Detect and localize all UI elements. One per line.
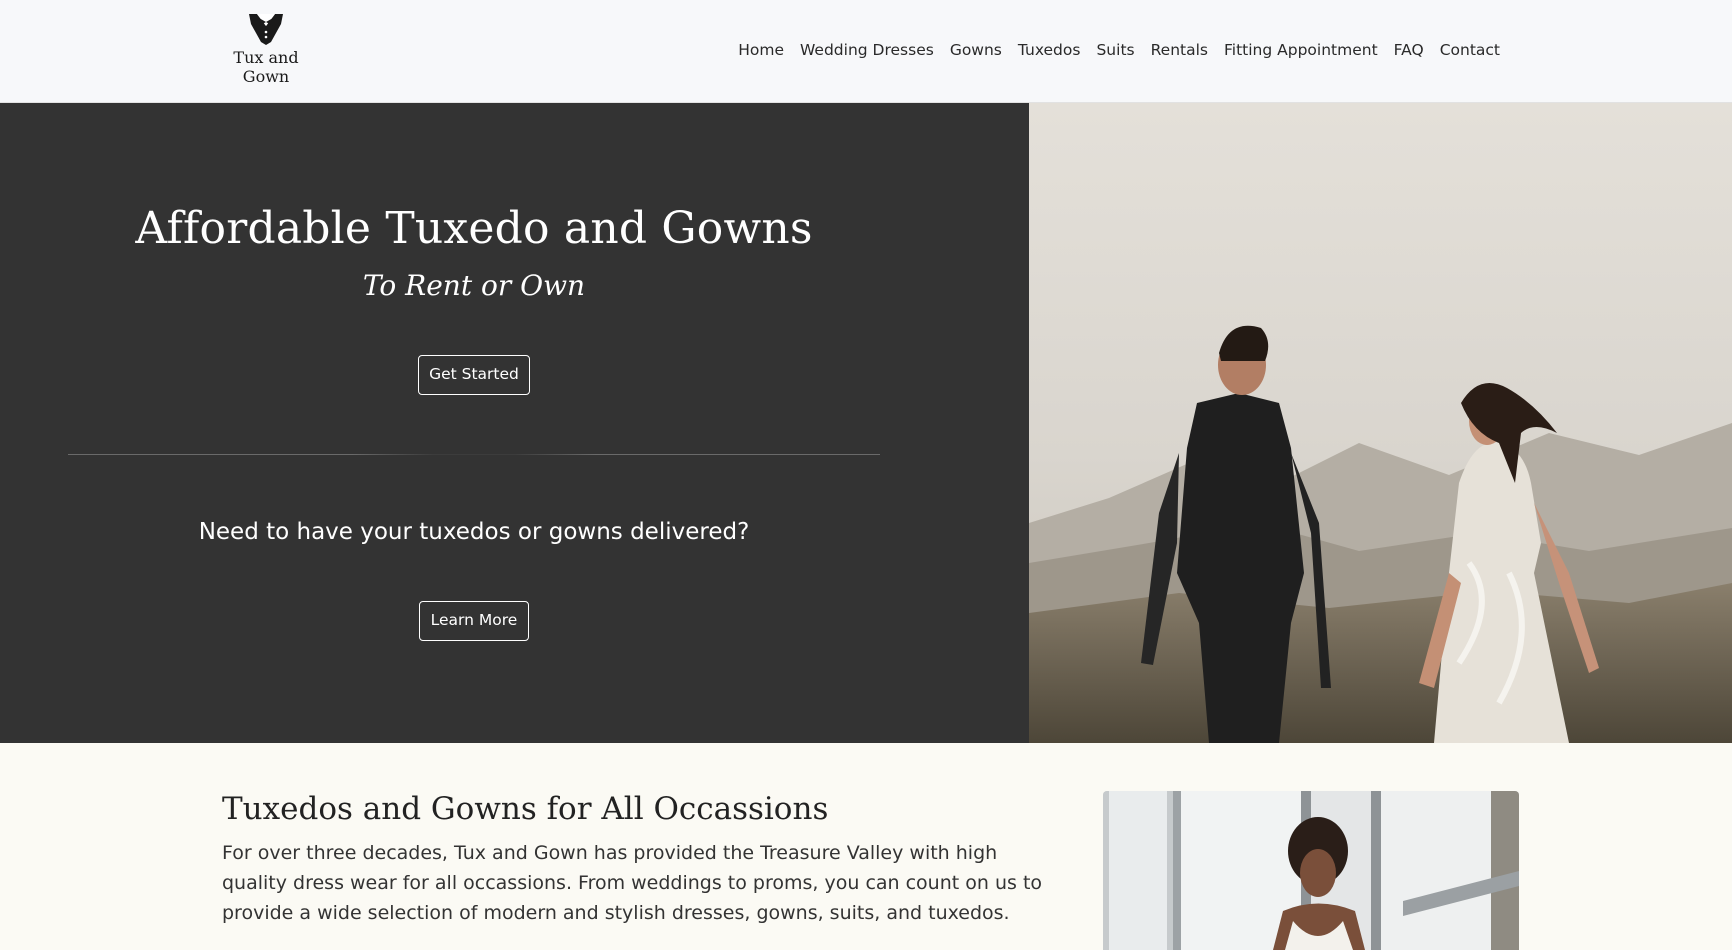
nav-suits[interactable]: Suits [1088, 40, 1142, 60]
nav-faq[interactable]: FAQ [1386, 40, 1432, 60]
nav-rentals[interactable]: Rentals [1143, 40, 1216, 60]
logo-text-line1: Tux and [233, 48, 299, 67]
hero-divider [68, 454, 880, 455]
about-section: Tuxedos and Gowns for All Occassions For… [0, 743, 1732, 950]
about-body: For over three decades, Tux and Gown has… [222, 842, 1043, 924]
tuxedo-bowtie-icon [249, 14, 283, 45]
delivery-question: Need to have your tuxedos or gowns deliv… [198, 519, 750, 545]
site-logo[interactable]: Tux and Gown [226, 12, 306, 86]
nav-fitting-appointment[interactable]: Fitting Appointment [1216, 40, 1386, 60]
site-header: Tux and Gown Home Wedding Dresses Gowns … [0, 0, 1732, 103]
learn-more-button[interactable]: Learn More [419, 601, 529, 641]
nav-contact[interactable]: Contact [1432, 40, 1508, 60]
hero-subtitle: To Rent or Own [362, 269, 586, 302]
main-nav: Home Wedding Dresses Gowns Tuxedos Suits… [730, 40, 1508, 60]
gown-photo [1103, 791, 1519, 950]
nav-wedding-dresses[interactable]: Wedding Dresses [792, 40, 942, 60]
bride-window-photo [1103, 791, 1519, 950]
hero-title: Affordable Tuxedo and Gowns [135, 203, 813, 254]
couple-photo [1029, 103, 1732, 743]
hero-photo [1029, 103, 1732, 743]
nav-tuxedos[interactable]: Tuxedos [1010, 40, 1089, 60]
logo-text: Tux and Gown [226, 48, 306, 86]
hero-panel: Affordable Tuxedo and Gowns To Rent or O… [0, 103, 1029, 743]
about-title: Tuxedos and Gowns for All Occassions [222, 791, 829, 827]
nav-home[interactable]: Home [730, 40, 792, 60]
get-started-button[interactable]: Get Started [418, 355, 530, 395]
nav-gowns[interactable]: Gowns [942, 40, 1010, 60]
logo-text-line2: Gown [242, 67, 290, 86]
